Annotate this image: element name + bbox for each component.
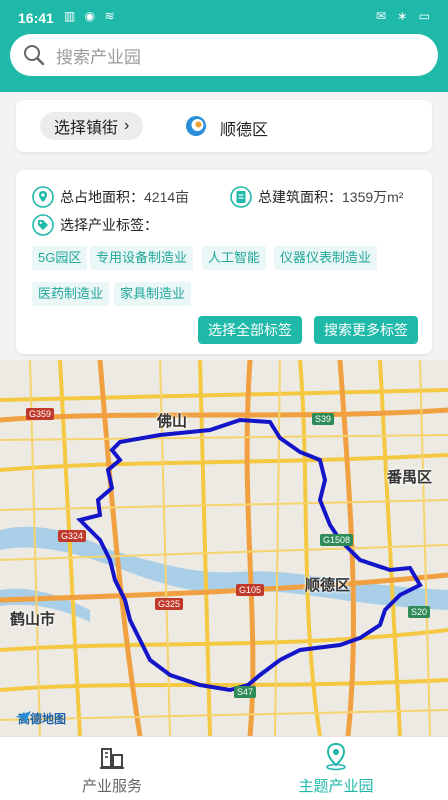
- status-bar: 16:41 ▥ ◉ ≋ ✉ ∗ ▭: [0, 0, 448, 34]
- road-label: G1508: [320, 534, 354, 546]
- map-canvas: [0, 360, 448, 736]
- tab-industry-service[interactable]: 产业服务: [0, 741, 224, 796]
- map-label-panyu: 番禺区: [387, 469, 433, 486]
- amap-logo-icon: [15, 711, 31, 723]
- tag-special-equipment[interactable]: 专用设备制造业: [90, 246, 194, 270]
- location-pin-icon: [326, 742, 346, 771]
- tag-ai[interactable]: 人工智能: [202, 246, 267, 270]
- location-card: 选择镇街 › 顺德区: [16, 100, 432, 152]
- header-bar: 16:41 ▥ ◉ ≋ ✉ ∗ ▭ 搜索产业园: [0, 0, 448, 92]
- land-area-value: 4214亩: [144, 189, 190, 205]
- select-town-label: 选择镇街: [54, 120, 119, 137]
- tag-instruments[interactable]: 仪器仪表制造业: [274, 246, 378, 270]
- road-label: S39: [312, 413, 335, 425]
- chevron-right-icon: ›: [124, 117, 130, 134]
- road-label: S20: [408, 606, 431, 618]
- bottom-tab-bar: 产业服务 主题产业园: [0, 736, 448, 800]
- tag-pharma[interactable]: 医药制造业: [32, 282, 110, 306]
- search-placeholder[interactable]: 搜索产业园: [56, 43, 141, 68]
- select-all-tags-button[interactable]: 选择全部标签: [198, 316, 302, 344]
- road-label: G105: [236, 584, 265, 596]
- tab-theme-park-label: 主题产业园: [298, 778, 374, 795]
- land-area-stat: 总占地面积： 4214亩: [32, 186, 189, 208]
- road-label: G325: [155, 598, 184, 610]
- tab-theme-park[interactable]: 主题产业园: [224, 741, 448, 796]
- building-area-label: 总建筑面积：: [258, 189, 342, 205]
- tag-title-label: 选择产业标签：: [60, 217, 158, 233]
- district-logo-icon: [186, 116, 206, 136]
- location-pin-icon: [32, 186, 54, 208]
- status-icons-right: ✉ ∗ ▭: [375, 9, 434, 23]
- tag-5g[interactable]: 5G园区: [32, 246, 88, 270]
- map-attribution: 高德地图: [14, 710, 66, 727]
- select-town-button[interactable]: 选择镇街 ›: [40, 112, 144, 140]
- building-area-stat: 总建筑面积： 1359万m²: [230, 186, 403, 208]
- search-bar[interactable]: 搜索产业园: [10, 34, 438, 76]
- map-label-foshan: 佛山: [157, 413, 188, 430]
- district-name: 顺德区: [220, 122, 269, 139]
- filter-card: 总占地面积： 4214亩 总建筑面积： 1359万m² 选择产业标签： 5G园区…: [16, 170, 432, 354]
- document-icon: [230, 186, 252, 208]
- status-time: 16:41: [18, 10, 54, 26]
- search-more-tags-button[interactable]: 搜索更多标签: [314, 316, 418, 344]
- map-view[interactable]: 佛山 番禺区 顺德区 鹤山市 G359 S39 G324 G1508 G325 …: [0, 360, 448, 736]
- road-label: G359: [26, 408, 55, 420]
- land-area-label: 总占地面积：: [60, 189, 144, 205]
- building-area-value: 1359万m²: [342, 189, 404, 205]
- road-label: G324: [58, 530, 87, 542]
- map-label-shunde: 顺德区: [305, 577, 351, 594]
- buildings-icon: [100, 748, 124, 769]
- tag-furniture[interactable]: 家具制造业: [114, 282, 192, 306]
- road-label: S47: [234, 686, 257, 698]
- tab-industry-service-label: 产业服务: [81, 778, 142, 795]
- status-icons-left: ▥ ◉ ≋: [64, 9, 118, 23]
- tag-icon: [32, 214, 54, 236]
- tag-section-title: 选择产业标签：: [32, 214, 158, 236]
- map-label-heshan: 鹤山市: [10, 611, 56, 628]
- search-icon: [24, 45, 45, 66]
